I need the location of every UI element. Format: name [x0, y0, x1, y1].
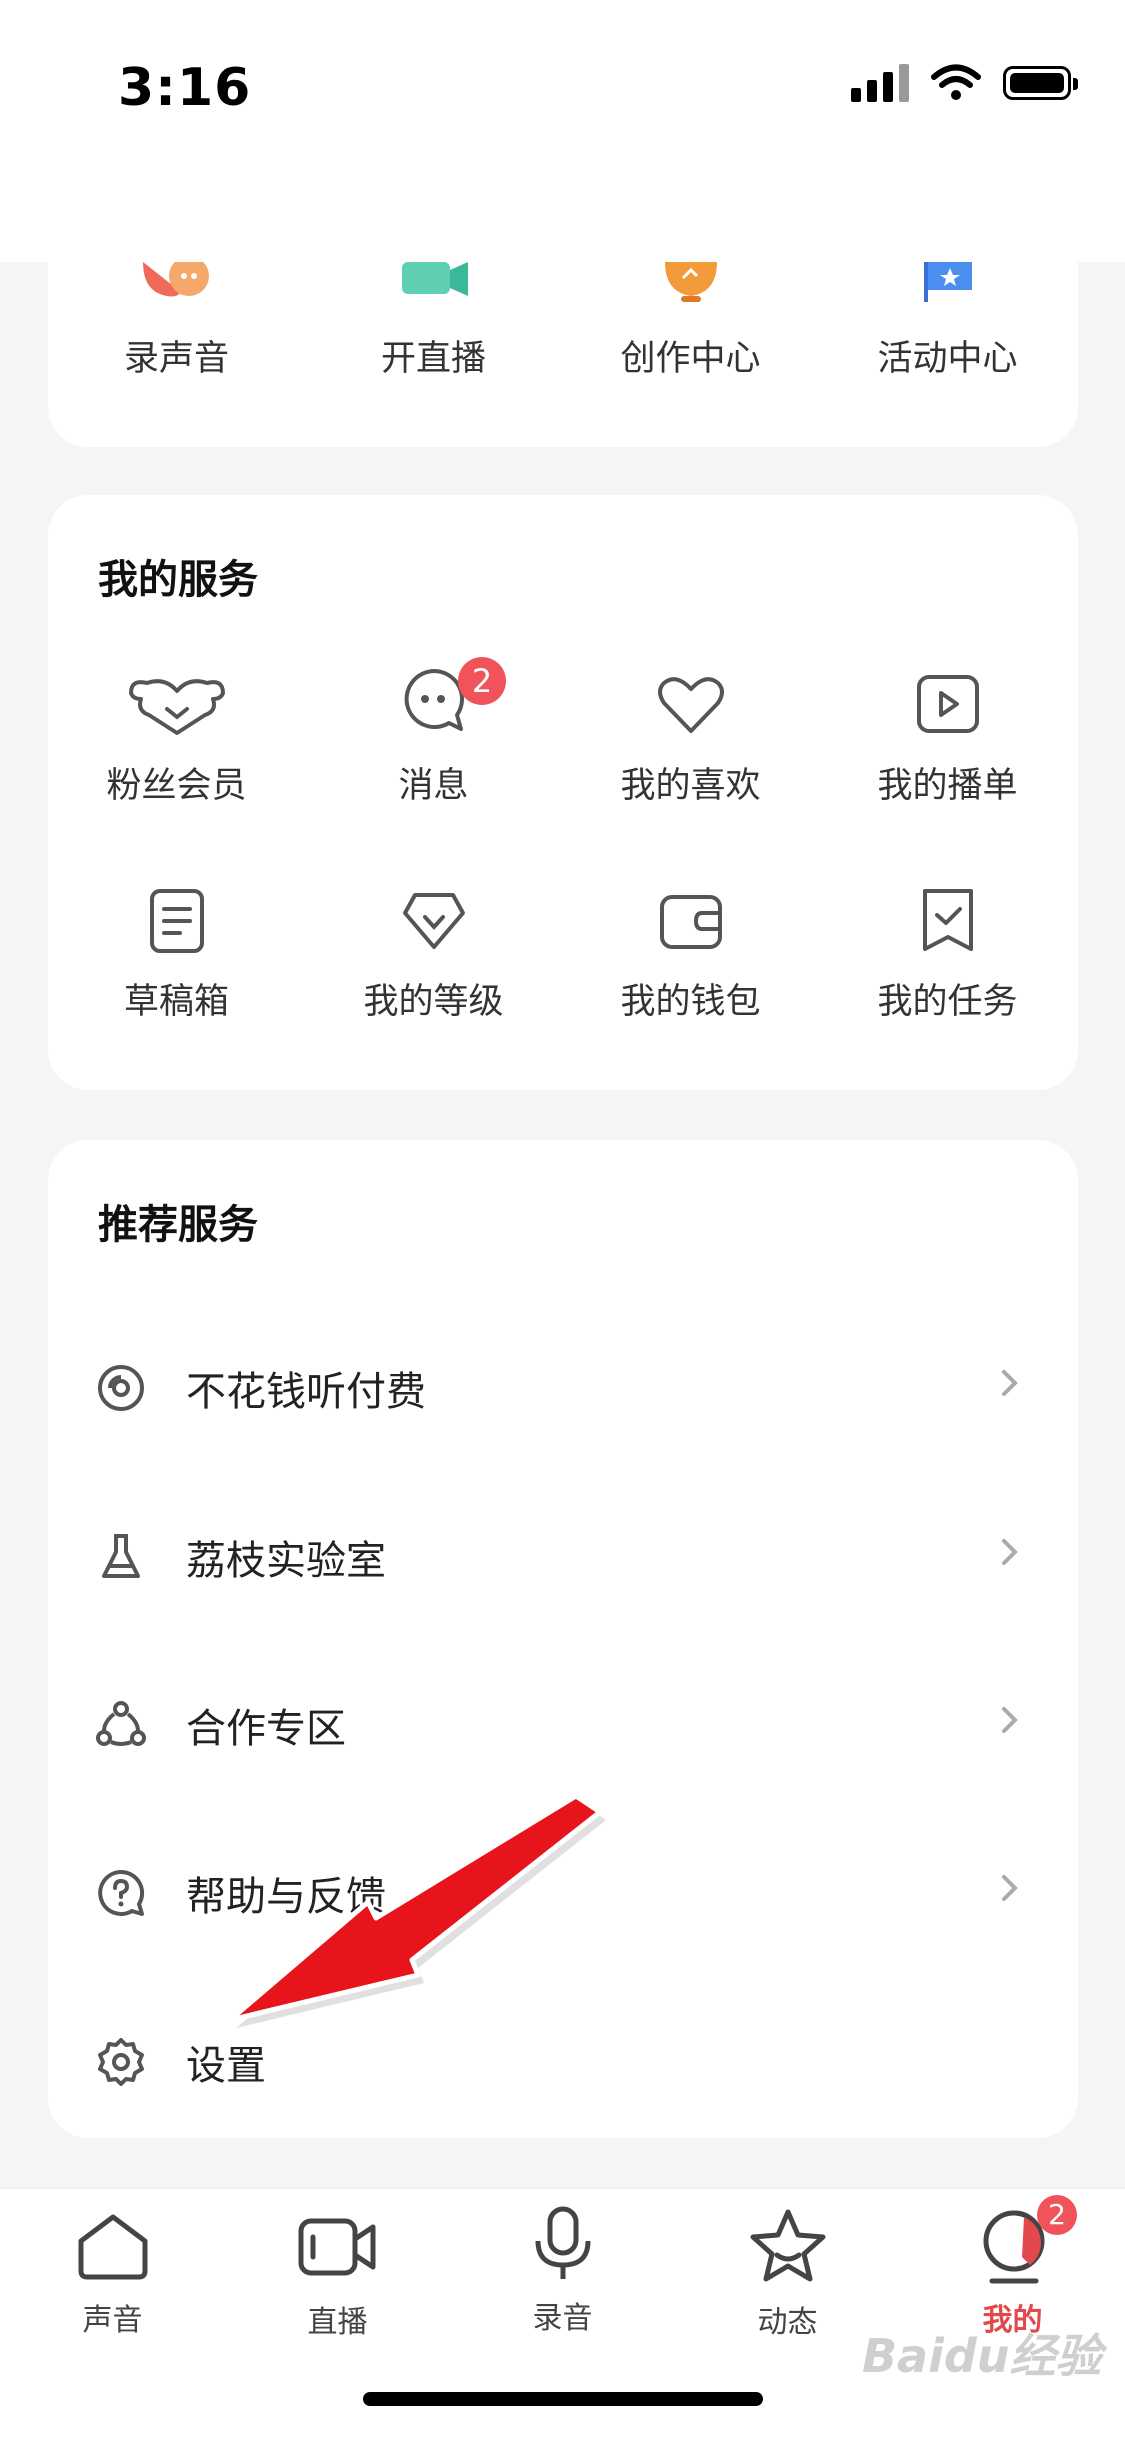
service-my-likes[interactable]: 我的喜欢	[562, 673, 819, 808]
tab-mine-badge: 2	[1037, 2195, 1077, 2235]
service-message[interactable]: 2 消息	[305, 657, 562, 808]
quick-actions-card: 录声音 开直播 创作中心 活动中心	[48, 262, 1078, 447]
wallet-icon	[659, 895, 722, 949]
chevron-right-icon	[1002, 1875, 1018, 1901]
help-icon	[98, 1869, 145, 1916]
service-my-tasks[interactable]: 我的任务	[819, 887, 1076, 1024]
status-time: 3:16	[118, 58, 252, 118]
task-icon	[922, 889, 973, 951]
chevron-right-icon	[1002, 1707, 1018, 1733]
tab-label: 直播	[307, 2305, 368, 2340]
row-label: 荔枝实验室	[186, 1538, 386, 1584]
video-camera-icon	[298, 2218, 376, 2276]
tab-label: 录音	[532, 2301, 593, 2336]
free-listen-icon	[98, 1365, 144, 1411]
heart-icon	[657, 677, 724, 733]
quick-action-record-voice[interactable]: 录声音	[48, 262, 305, 381]
service-my-wallet[interactable]: 我的钱包	[562, 887, 819, 1024]
row-label: 帮助与反馈	[186, 1874, 386, 1920]
battery-icon	[1003, 66, 1078, 100]
status-icons	[851, 64, 1078, 102]
status-bar: 3:16	[0, 0, 1125, 262]
service-label: 我的等级	[363, 982, 504, 1022]
wifi-icon	[931, 64, 981, 100]
level-diamond-icon	[402, 893, 465, 949]
quick-action-label: 录声音	[123, 339, 229, 379]
record-voice-icon	[142, 262, 209, 297]
home-icon	[78, 2214, 148, 2280]
tab-label: 声音	[82, 2303, 143, 2338]
service-my-playlist[interactable]: 我的播单	[819, 673, 1076, 808]
service-label: 草稿箱	[123, 982, 229, 1022]
service-label: 消息	[398, 766, 469, 806]
service-label: 粉丝会员	[106, 766, 247, 806]
service-fan-member[interactable]: 粉丝会员	[48, 673, 305, 808]
watermark: Baidu经验	[862, 2329, 1102, 2383]
gear-icon	[98, 2038, 144, 2086]
row-lab[interactable]: 荔枝实验室	[48, 1492, 1078, 1612]
row-help-feedback[interactable]: 帮助与反馈	[48, 1828, 1078, 1948]
draft-icon	[149, 889, 204, 953]
chevron-right-icon	[1002, 1539, 1018, 1565]
quick-action-label: 活动中心	[877, 339, 1018, 379]
quick-action-start-live[interactable]: 开直播	[305, 262, 562, 381]
recommended-services-card: 推荐服务 不花钱听付费 荔枝实验室 合作专区 帮助与反馈 设置	[48, 1140, 1078, 2138]
quick-action-label: 创作中心	[620, 339, 761, 379]
service-label: 我的播单	[877, 766, 1018, 806]
section-title: 推荐服务	[98, 1202, 258, 1248]
row-settings[interactable]: 设置	[48, 1997, 1078, 2117]
service-label: 我的喜欢	[620, 766, 761, 806]
quick-action-activity-center[interactable]: 活动中心	[819, 262, 1076, 381]
activity-center-icon	[923, 262, 972, 302]
chevron-right-icon	[1002, 1370, 1018, 1396]
row-label: 不花钱听付费	[186, 1369, 426, 1415]
start-live-icon	[401, 262, 468, 296]
fan-member-icon	[128, 679, 225, 735]
cellular-signal-icon	[851, 64, 909, 102]
section-title: 我的服务	[98, 557, 258, 603]
message-badge: 2	[458, 657, 506, 705]
microphone-icon	[535, 2206, 591, 2279]
playlist-icon	[916, 675, 979, 733]
quick-action-creation-center[interactable]: 创作中心	[562, 262, 819, 381]
creation-center-icon	[664, 262, 717, 302]
my-services-card: 我的服务 粉丝会员 2 消息 我的喜欢 我的播单 草稿箱 我的等级 我的钱包 我…	[48, 495, 1078, 1090]
service-drafts[interactable]: 草稿箱	[48, 887, 305, 1024]
cooperation-icon	[96, 1701, 146, 1746]
home-indicator[interactable]	[363, 2392, 763, 2406]
row-free-listen[interactable]: 不花钱听付费	[48, 1323, 1078, 1443]
quick-action-label: 开直播	[380, 339, 486, 379]
row-label: 设置	[186, 2043, 266, 2089]
row-label: 合作专区	[186, 1706, 346, 1752]
service-label: 我的钱包	[620, 982, 761, 1022]
star-icon	[750, 2209, 826, 2282]
flask-icon	[102, 1534, 140, 1578]
service-my-level[interactable]: 我的等级	[305, 887, 562, 1024]
row-cooperation[interactable]: 合作专区	[48, 1660, 1078, 1780]
service-label: 我的任务	[877, 982, 1018, 1022]
